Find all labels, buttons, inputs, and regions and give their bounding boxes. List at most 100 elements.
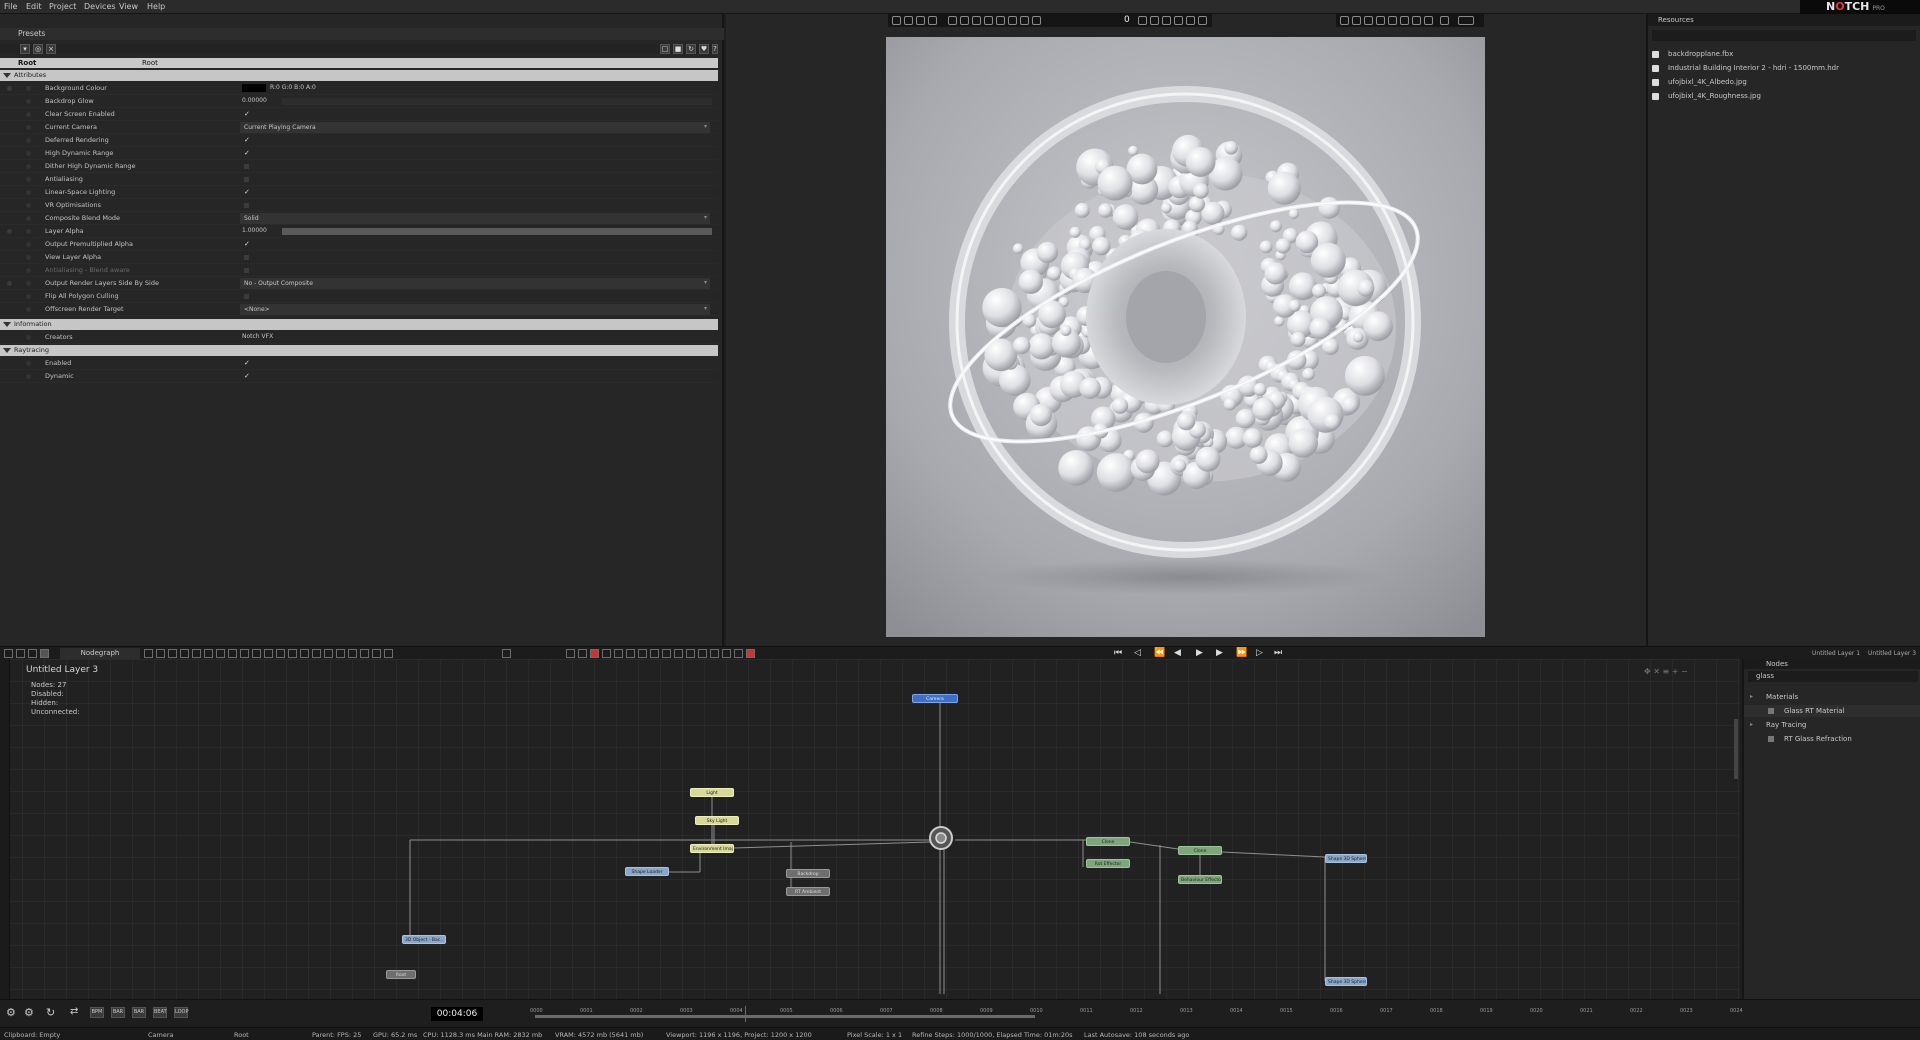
move-tool-icon[interactable] bbox=[928, 16, 937, 25]
tool-icon[interactable] bbox=[650, 649, 659, 658]
tool-icon[interactable] bbox=[348, 649, 357, 658]
tool-icon[interactable] bbox=[602, 649, 611, 658]
heart-icon[interactable]: ♥ bbox=[699, 44, 709, 54]
menu-edit[interactable]: Edit bbox=[26, 2, 42, 11]
vertical-tabs[interactable] bbox=[0, 659, 10, 999]
resource-item[interactable]: Industrial Building Interior 2 - hdri - … bbox=[1648, 62, 1920, 75]
layout-icon[interactable] bbox=[28, 649, 37, 658]
resource-item[interactable]: ufojbixl_4K_Albedo.jpg bbox=[1648, 76, 1920, 89]
bar-button[interactable]: BAR bbox=[111, 1007, 125, 1018]
prop-row[interactable]: Dynamic ✓ bbox=[0, 370, 718, 383]
gear-icon[interactable] bbox=[502, 649, 511, 658]
settings-icon[interactable]: ◎ bbox=[33, 44, 43, 54]
expand-icon[interactable] bbox=[1364, 16, 1373, 25]
gear-icon[interactable]: ⚙ bbox=[6, 1006, 16, 1019]
dropdown[interactable]: Solid ▾ bbox=[240, 213, 710, 224]
graph-node[interactable]: Environment Image bbox=[690, 844, 734, 853]
resource-item[interactable]: ufojbixl_4K_Roughness.jpg bbox=[1648, 90, 1920, 103]
snap-tool-icon[interactable] bbox=[948, 16, 957, 25]
menu-view[interactable]: View bbox=[119, 2, 138, 11]
step-forward-icon[interactable]: ▶ bbox=[1216, 648, 1223, 658]
layout-icon[interactable] bbox=[1186, 16, 1195, 25]
axis-tool-icon[interactable] bbox=[972, 16, 981, 25]
prop-row[interactable]: Dither High Dynamic Range bbox=[0, 160, 718, 173]
checkbox[interactable]: ✓ bbox=[244, 137, 250, 144]
render-output[interactable] bbox=[886, 37, 1485, 637]
bars-tool-icon[interactable] bbox=[996, 16, 1005, 25]
layout-icon[interactable] bbox=[1138, 16, 1147, 25]
tree-group-materials[interactable]: ▸ Materials bbox=[1744, 691, 1920, 703]
tool-icon[interactable] bbox=[710, 649, 719, 658]
layout-icon[interactable] bbox=[1198, 16, 1207, 25]
pivot-tool-icon[interactable] bbox=[984, 16, 993, 25]
graph-node[interactable]: 3D Object - Bac.. bbox=[402, 935, 446, 944]
checkbox[interactable] bbox=[244, 164, 249, 169]
tab-layer-3[interactable]: Untitled Layer 3 bbox=[1868, 648, 1916, 659]
section-attributes[interactable]: Attributes bbox=[0, 70, 718, 81]
graph-view-icons[interactable]: ✥ ✕ ≡ + − bbox=[1644, 667, 1688, 676]
checkbox[interactable]: ✓ bbox=[244, 189, 250, 196]
prop-row[interactable]: High Dynamic Range ✓ bbox=[0, 147, 718, 160]
checkbox[interactable] bbox=[244, 255, 249, 260]
tool-icon[interactable] bbox=[638, 649, 647, 658]
skip-start-icon[interactable]: ⏮ bbox=[1114, 648, 1122, 658]
section-information[interactable]: Information bbox=[0, 319, 718, 330]
prop-row[interactable]: Enabled ✓ bbox=[0, 357, 718, 370]
tool-icon[interactable] bbox=[614, 649, 623, 658]
settings-icon[interactable]: ⚙ bbox=[24, 1006, 34, 1019]
color-swatch[interactable] bbox=[242, 84, 266, 92]
tool-icon[interactable] bbox=[180, 649, 189, 658]
layout-icon[interactable] bbox=[40, 649, 49, 658]
layout-icon[interactable] bbox=[16, 649, 25, 658]
tool-icon[interactable] bbox=[384, 649, 393, 658]
zoom-icon[interactable] bbox=[1412, 16, 1421, 25]
prop-row[interactable]: Output Premultiplied Alpha ✓ bbox=[0, 238, 718, 251]
tool-icon[interactable] bbox=[698, 649, 707, 658]
cols-tool-icon[interactable] bbox=[1032, 16, 1041, 25]
fast-forward-icon[interactable]: ⏩ bbox=[1236, 648, 1247, 658]
step-back-icon[interactable]: ◀ bbox=[1174, 648, 1181, 658]
checkbox[interactable] bbox=[244, 177, 249, 182]
tool-icon[interactable] bbox=[360, 649, 369, 658]
tool-icon[interactable] bbox=[240, 649, 249, 658]
scale-tool-icon[interactable] bbox=[916, 16, 925, 25]
stop-icon[interactable] bbox=[746, 649, 755, 658]
root-hub-icon[interactable] bbox=[928, 825, 954, 851]
nodegraph-canvas[interactable]: Camera Light Sky Light Environment Image Sha… bbox=[0, 659, 1740, 999]
tool-icon[interactable] bbox=[674, 649, 683, 658]
prop-row[interactable]: Current Camera Current Playing Camera ▾ bbox=[0, 121, 718, 134]
rotate-tool-icon[interactable] bbox=[904, 16, 913, 25]
tool-icon[interactable] bbox=[312, 649, 321, 658]
layout-icon[interactable] bbox=[1150, 16, 1159, 25]
checkbox[interactable] bbox=[244, 203, 249, 208]
color-icon[interactable] bbox=[590, 649, 599, 658]
graph-node[interactable]: RT Ambient bbox=[786, 887, 830, 896]
graph-node[interactable]: Camera bbox=[912, 694, 958, 703]
prop-row[interactable]: Offscreen Render Target <None> ▾ bbox=[0, 303, 718, 316]
tool-icon[interactable] bbox=[578, 649, 587, 658]
loop-button[interactable]: LOOP bbox=[174, 1007, 189, 1018]
tool-icon[interactable] bbox=[276, 649, 285, 658]
tool-icon[interactable] bbox=[204, 649, 213, 658]
filter-icon[interactable]: ▾ bbox=[20, 44, 30, 54]
prop-row[interactable]: View Layer Alpha bbox=[0, 251, 718, 264]
tool-icon[interactable] bbox=[722, 649, 731, 658]
playhead[interactable] bbox=[745, 1006, 746, 1022]
graph-node[interactable]: Clone bbox=[1086, 837, 1130, 846]
move-icon[interactable] bbox=[1340, 16, 1349, 25]
tab-nodegraph[interactable]: Nodegraph bbox=[60, 648, 140, 659]
tool-icon[interactable] bbox=[264, 649, 273, 658]
dropdown[interactable]: <None> ▾ bbox=[240, 304, 710, 315]
fit-icon[interactable] bbox=[1424, 16, 1433, 25]
tool-icon[interactable] bbox=[192, 649, 201, 658]
gizmo-tool-icon[interactable] bbox=[960, 16, 969, 25]
paste-icon[interactable]: ■ bbox=[673, 44, 683, 54]
checkbox[interactable] bbox=[244, 268, 249, 273]
menu-help[interactable]: Help bbox=[147, 2, 165, 11]
graph-node[interactable]: Backdrop bbox=[786, 869, 830, 878]
tree-group-ray-tracing[interactable]: ▸ Ray Tracing bbox=[1744, 719, 1920, 731]
refresh-icon[interactable]: ↻ bbox=[686, 44, 696, 54]
frames-tool-icon[interactable] bbox=[1020, 16, 1029, 25]
record-icon[interactable] bbox=[1458, 16, 1474, 25]
tool-icon[interactable] bbox=[168, 649, 177, 658]
